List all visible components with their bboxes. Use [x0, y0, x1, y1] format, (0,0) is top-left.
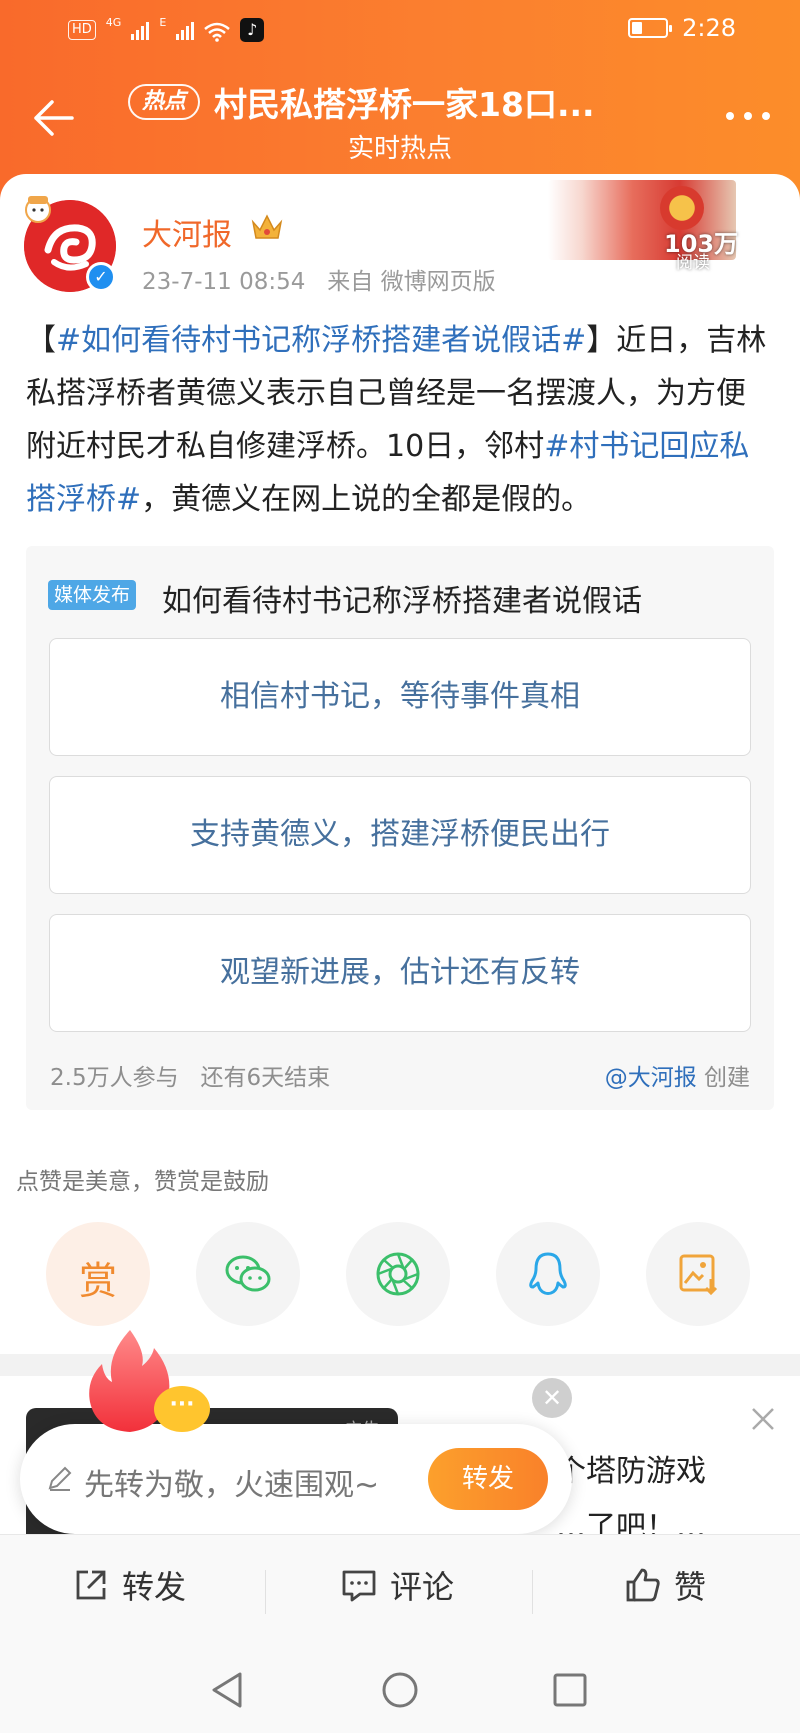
page-subtitle: 实时热点: [347, 134, 452, 164]
ad-close-icon[interactable]: [748, 1404, 778, 1434]
qq-icon: [529, 1252, 567, 1295]
comment-dots-icon: ···: [154, 1386, 210, 1432]
poll-card: 媒体发布 如何看待村书记称浮桥搭建者说假话 相信村书记，等待事件真相 支持黄德义…: [26, 546, 774, 1110]
poll-creator-link[interactable]: @大河报: [605, 1065, 697, 1091]
crown-badge-icon: [251, 214, 283, 239]
wifi-icon: [204, 20, 231, 42]
save-image-icon: [679, 1254, 718, 1296]
status-bar: HD 4G E ♪ 2:28: [0, 0, 800, 60]
tiktok-notification-icon: ♪: [240, 18, 265, 42]
nav-home-icon[interactable]: [380, 1670, 420, 1710]
repost-label: 转发: [122, 1568, 187, 1606]
bubble-close-icon[interactable]: ✕: [532, 1378, 572, 1418]
like-button[interactable]: 赞: [624, 1562, 706, 1608]
reward-tip: 点赞是美意，赞赏是鼓励: [16, 1169, 269, 1195]
poll-creator: @大河报 创建: [605, 1058, 750, 1092]
post-meta: 23-7-11 08:54 来自 微博网页版: [142, 262, 496, 296]
comment-label: 评论: [390, 1568, 455, 1606]
author-name[interactable]: 大河报: [142, 210, 232, 254]
verified-badge-icon: ✓: [86, 262, 116, 292]
signal-icon-1: [131, 20, 150, 40]
pencil-icon: [48, 1466, 72, 1491]
post-date: 23-7-11 08:54: [142, 269, 306, 295]
battery-icon: [628, 18, 673, 38]
poll-title: 如何看待村书记称浮桥搭建者说假话: [162, 584, 642, 619]
poll-participants: 2.5万人参与: [50, 1065, 179, 1091]
topic-link-1[interactable]: #如何看待村书记称浮桥搭建者说假话#: [56, 323, 586, 358]
ad-text-line-1: 个塔防游戏: [556, 1454, 706, 1489]
hd-indicator: HD: [68, 20, 96, 40]
repost-send-button[interactable]: 转发: [428, 1448, 548, 1510]
action-separator: [265, 1570, 266, 1614]
signal-icon-2: [176, 20, 195, 40]
poll-remaining: 还有6天结束: [200, 1065, 331, 1091]
repost-button[interactable]: 转发: [72, 1562, 186, 1608]
comment-icon: [342, 1570, 376, 1602]
thumbs-up-icon: [626, 1568, 660, 1602]
poll-option[interactable]: 支持黄德义，搭建浮桥便民出行: [49, 776, 751, 894]
reward-label: 赏: [78, 1259, 117, 1303]
action-separator: [532, 1570, 533, 1614]
share-qq-button[interactable]: [496, 1222, 600, 1326]
nav-back-icon[interactable]: [208, 1670, 248, 1710]
poll-tag: 媒体发布: [48, 580, 137, 610]
poll-created-label: 创建: [704, 1065, 750, 1091]
moments-icon: [376, 1252, 420, 1296]
post-source: 来自 微博网页版: [327, 269, 496, 295]
network-type-2: E: [159, 15, 167, 29]
share-moments-button[interactable]: [346, 1222, 450, 1326]
wechat-icon: [225, 1255, 271, 1292]
bracket-open: 【: [26, 323, 56, 358]
post-body: 【#如何看待村书记称浮桥搭建者说假话#】近日，吉林私搭浮桥者黄德义表示自己曾经是…: [26, 314, 774, 526]
bracket-close: 】: [586, 323, 617, 358]
header-title-row: 热点 村民私搭浮桥一家18口...: [128, 78, 595, 126]
poll-option[interactable]: 观望新进展，估计还有反转: [49, 914, 751, 1032]
share-wechat-button[interactable]: [196, 1222, 300, 1326]
poll-option[interactable]: 相信村书记，等待事件真相: [49, 638, 751, 756]
save-image-button[interactable]: [646, 1222, 750, 1326]
clock: 2:28: [682, 14, 736, 42]
comment-button[interactable]: 评论: [340, 1562, 454, 1608]
page-title: 村民私搭浮桥一家18口...: [214, 85, 595, 124]
post-text-part-2: ，黄德义在网上说的全都是假的。: [141, 482, 592, 517]
network-type-1: 4G: [105, 15, 122, 29]
hot-tag: 热点: [128, 84, 201, 120]
nav-recents-icon[interactable]: [550, 1670, 590, 1710]
reward-button[interactable]: 赏: [46, 1222, 150, 1326]
like-label: 赞: [674, 1568, 707, 1606]
more-options-icon[interactable]: [726, 112, 770, 120]
avatar-decoration-icon: [25, 196, 51, 223]
repost-icon: [76, 1570, 106, 1600]
repost-placeholder[interactable]: 先转为敬，火速围观~: [84, 1460, 379, 1504]
poll-stats: 2.5万人参与 还有6天结束: [50, 1058, 330, 1092]
reads-label: 阅读: [676, 253, 710, 273]
